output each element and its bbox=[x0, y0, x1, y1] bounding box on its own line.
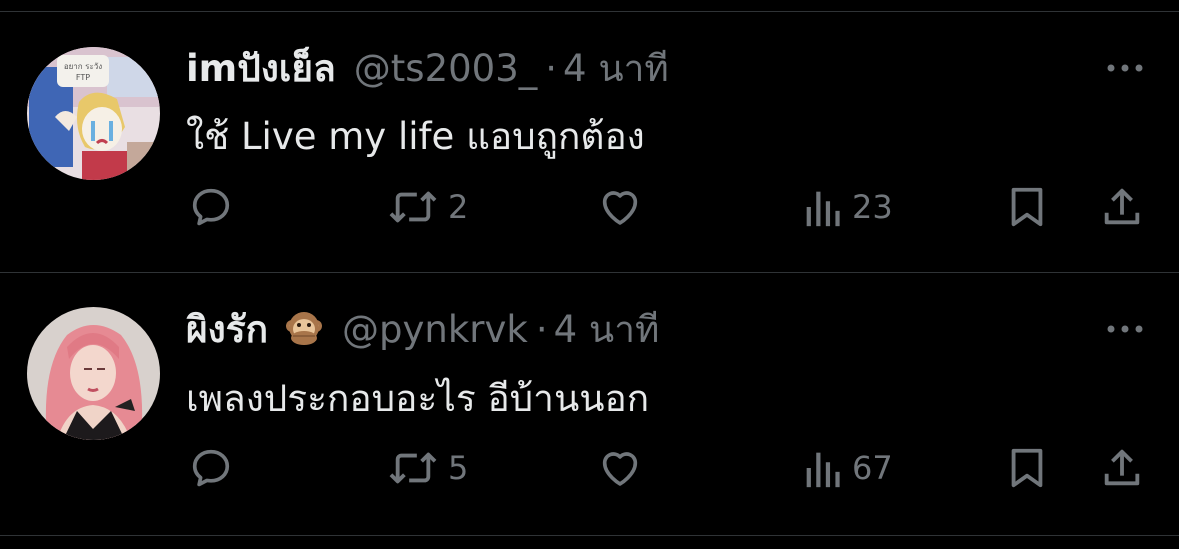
like-button[interactable] bbox=[596, 443, 644, 493]
like-button[interactable] bbox=[596, 182, 644, 232]
reply-icon bbox=[192, 449, 230, 487]
bookmark-icon bbox=[1011, 448, 1043, 488]
tweet-actions: 2 23 bbox=[0, 182, 1179, 232]
reply-icon bbox=[192, 188, 230, 226]
retweet-icon bbox=[389, 191, 437, 223]
retweet-icon bbox=[389, 452, 437, 484]
handle[interactable]: @pynkrvk bbox=[342, 308, 528, 351]
retweet-button[interactable]: 2 bbox=[386, 182, 468, 232]
tweet-text: เพลงประกอบอะไร อีบ้านนอก bbox=[186, 377, 650, 420]
share-button[interactable] bbox=[1100, 182, 1144, 232]
speak-no-evil-monkey-icon bbox=[284, 309, 324, 349]
timestamp[interactable]: 4 นาที bbox=[563, 39, 669, 98]
tweet[interactable]: อยาก ระวัง FTP imปังเย็ล @ts2003_ · 4 นา… bbox=[0, 0, 1179, 272]
more-options-icon[interactable] bbox=[1105, 60, 1145, 74]
avatar-photo-icon bbox=[27, 307, 160, 440]
heart-icon bbox=[602, 452, 638, 486]
retweet-count: 5 bbox=[448, 449, 469, 487]
svg-text:อยาก ระวัง: อยาก ระวัง bbox=[64, 62, 102, 71]
display-name[interactable]: ผิงรัก bbox=[186, 300, 268, 359]
reply-button[interactable] bbox=[188, 443, 234, 493]
views-chart-icon bbox=[806, 191, 840, 227]
timestamp[interactable]: 4 นาที bbox=[554, 300, 660, 359]
retweet-count: 2 bbox=[448, 188, 469, 226]
views-count: 23 bbox=[852, 188, 893, 226]
views-button[interactable]: 23 bbox=[800, 182, 893, 232]
tweet[interactable]: ผิงรัก @pynkrvk · 4 นาที เพลงประกอบอะไร … bbox=[0, 273, 1179, 535]
views-button[interactable]: 67 bbox=[800, 443, 893, 493]
tweet-header: imปังเย็ล @ts2003_ · 4 นาที bbox=[186, 44, 669, 92]
reply-button[interactable] bbox=[188, 182, 234, 232]
separator-dot: · bbox=[545, 46, 558, 90]
views-count: 67 bbox=[852, 449, 893, 487]
avatar[interactable] bbox=[27, 307, 160, 440]
bookmark-icon bbox=[1011, 187, 1043, 227]
tweet-header: ผิงรัก @pynkrvk · 4 นาที bbox=[186, 305, 659, 353]
heart-icon bbox=[602, 191, 638, 225]
share-icon bbox=[1104, 449, 1140, 486]
tweet-actions: 5 67 bbox=[0, 443, 1179, 493]
avatar[interactable]: อยาก ระวัง FTP bbox=[27, 47, 160, 180]
views-chart-icon bbox=[806, 452, 840, 488]
tweet-text: ใช้ Live my life แอบถูกต้อง bbox=[186, 115, 645, 158]
share-button[interactable] bbox=[1100, 443, 1144, 493]
bottom-divider bbox=[0, 535, 1179, 536]
retweet-button[interactable]: 5 bbox=[386, 443, 468, 493]
bookmark-button[interactable] bbox=[1006, 182, 1048, 232]
separator-dot: · bbox=[535, 307, 548, 351]
share-icon bbox=[1104, 188, 1140, 225]
avatar-cartoon-icon: อยาก ระวัง FTP bbox=[27, 47, 160, 180]
bookmark-button[interactable] bbox=[1006, 443, 1048, 493]
handle[interactable]: @ts2003_ bbox=[354, 47, 537, 90]
more-options-icon[interactable] bbox=[1105, 321, 1145, 335]
svg-text:FTP: FTP bbox=[76, 73, 90, 82]
display-name[interactable]: imปังเย็ล bbox=[186, 39, 336, 98]
